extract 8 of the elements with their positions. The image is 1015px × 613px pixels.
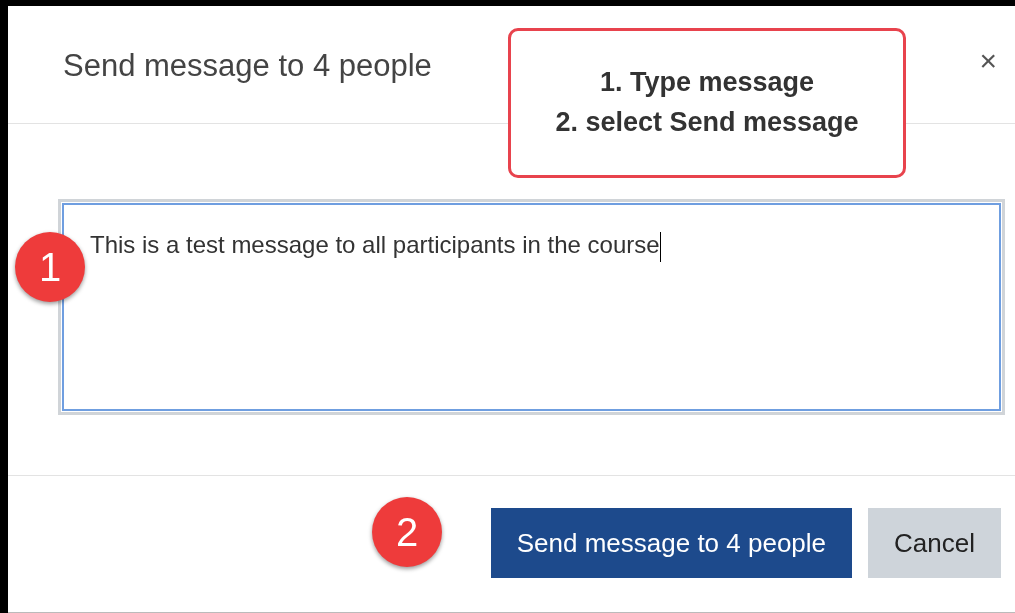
annotation-text: 2. select Send message <box>555 106 859 139</box>
cancel-button[interactable]: Cancel <box>868 508 1001 578</box>
close-button[interactable]: × <box>979 46 997 76</box>
step-marker: 2 <box>372 497 442 567</box>
step-marker: 1 <box>15 232 85 302</box>
annotation-text: 1. Type message <box>599 66 815 100</box>
dialog-title: Send message to 4 people <box>63 50 432 81</box>
send-button[interactable]: Send message to 4 people <box>490 508 853 578</box>
